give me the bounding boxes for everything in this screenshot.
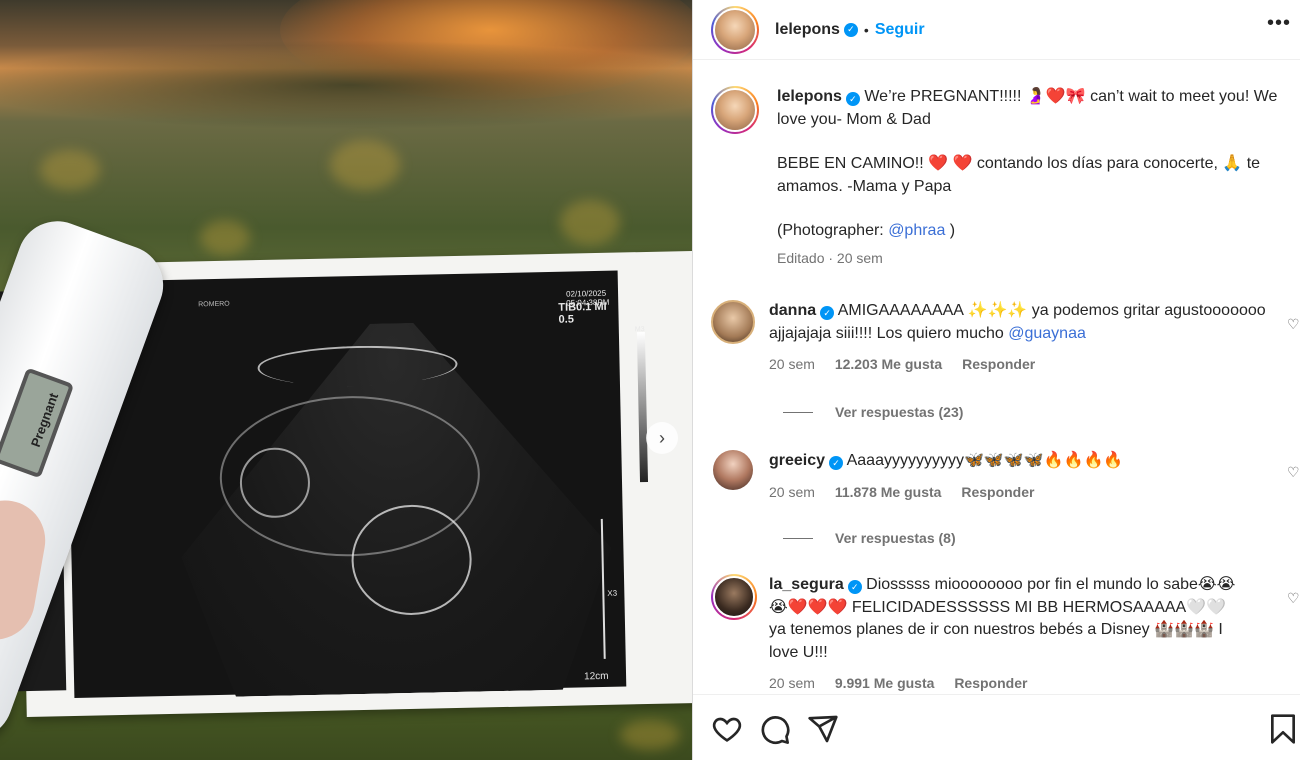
scan-depth: 12cm — [583, 670, 609, 683]
post-header: lelepons ✓ • Seguir ••• — [693, 0, 1300, 60]
comments-list[interactable]: lelepons ✓ We’re PREGNANT!!!!! 🤰❤️🎀 can’t… — [693, 60, 1300, 694]
comment-time: 20 sem — [769, 356, 815, 372]
scan-params: TIB0.1 MI 0.5 — [558, 300, 607, 326]
author-username[interactable]: lelepons — [775, 21, 840, 39]
post-photo[interactable]: 02/10/2025 05:04:38PM TIB0.1 MI 0.5 ROME… — [0, 0, 692, 760]
view-replies[interactable]: Ver respuestas (23) — [783, 404, 963, 420]
post-action-bar — [693, 694, 1300, 760]
comment-icon[interactable] — [759, 713, 791, 745]
comment: danna ✓ AMIGAAAAAAAA ✨✨✨ ya podemos grita… — [711, 300, 1300, 376]
caption-text-3-prefix: (Photographer: — [777, 222, 889, 239]
mention-link[interactable]: @guaynaa — [1008, 325, 1086, 342]
divider — [783, 537, 813, 539]
verified-badge-icon: ✓ — [820, 306, 835, 321]
grayscale-bar — [636, 332, 649, 483]
commenter-username[interactable]: la_segura — [769, 576, 844, 593]
verified-badge-icon: ✓ — [829, 456, 844, 471]
bokeh-light — [200, 220, 250, 255]
comment-text: Aaaayyyyyyyyyy🦋🦋🦋🦋🔥🔥🔥🔥 — [846, 452, 1124, 469]
send-icon[interactable] — [807, 713, 839, 745]
heart-icon[interactable] — [711, 713, 743, 745]
comment-likes[interactable]: 11.878 Me gusta — [835, 484, 942, 500]
bokeh-light — [40, 150, 100, 190]
divider — [783, 411, 813, 413]
next-photo-button[interactable]: › — [646, 422, 678, 454]
commenter-avatar[interactable] — [711, 300, 755, 344]
reply-button[interactable]: Responder — [954, 675, 1027, 691]
bokeh-light — [620, 720, 680, 750]
ultrasound-image: 02/10/2025 05:04:38PM TIB0.1 MI 0.5 ROME… — [65, 270, 649, 699]
view-replies-label[interactable]: Ver respuestas (23) — [835, 404, 963, 420]
verified-badge-icon: ✓ — [843, 22, 858, 37]
bokeh-light — [560, 200, 620, 245]
reply-button[interactable]: Responder — [962, 356, 1035, 372]
like-comment-heart-icon[interactable]: ♡ — [1287, 590, 1300, 606]
post-sidebar: lelepons ✓ • Seguir ••• lelepons ✓ We’re … — [692, 0, 1300, 760]
mention-link[interactable]: @phraa — [888, 222, 945, 239]
follow-button[interactable]: Seguir — [875, 21, 925, 39]
more-options-icon[interactable]: ••• — [1267, 12, 1291, 35]
verified-badge-icon: ✓ — [847, 580, 862, 595]
comment-likes[interactable]: 12.203 Me gusta — [835, 356, 942, 372]
caption: lelepons ✓ We’re PREGNANT!!!!! 🤰❤️🎀 can’t… — [711, 86, 1300, 269]
verified-badge-icon: ✓ — [845, 92, 860, 107]
view-replies-label[interactable]: Ver respuestas (8) — [835, 530, 956, 546]
caption-meta: Editado · 20 sem — [777, 249, 883, 266]
caption-text-2: BEBE EN CAMINO!! ❤️ ❤️ contando los días… — [777, 155, 1261, 195]
commenter-username[interactable]: danna — [769, 302, 816, 319]
like-comment-heart-icon[interactable]: ♡ — [1287, 464, 1300, 480]
separator: • — [863, 21, 869, 38]
comment-time: 20 sem — [769, 483, 815, 500]
chevron-right-icon: › — [659, 427, 665, 448]
comment-likes[interactable]: 9.991 Me gusta — [835, 675, 935, 691]
scan-name: ROMERO — [198, 300, 230, 309]
bookmark-icon[interactable] — [1267, 713, 1299, 745]
author-avatar[interactable] — [711, 5, 759, 54]
background-hills — [0, 40, 692, 130]
commenter-avatar[interactable] — [713, 450, 753, 490]
scan-x3: X3 — [607, 588, 618, 598]
instagram-post: 02/10/2025 05:04:38PM TIB0.1 MI 0.5 ROME… — [0, 0, 1300, 760]
commenter-username[interactable]: greeicy — [769, 452, 825, 469]
comment: greeicy ✓ Aaaayyyyyyyyyy🦋🦋🦋🦋🔥🔥🔥🔥 20 sem 1… — [711, 450, 1300, 503]
reply-button[interactable]: Responder — [961, 484, 1034, 500]
comment: la_segura ✓ Diosssss mioooooooo por fin e… — [711, 574, 1300, 694]
caption-username[interactable]: lelepons — [777, 88, 842, 105]
comment-time: 20 sem — [769, 675, 815, 691]
caption-avatar[interactable] — [711, 86, 759, 134]
like-comment-heart-icon[interactable]: ♡ — [1287, 316, 1300, 332]
bokeh-light — [330, 140, 400, 190]
view-replies[interactable]: Ver respuestas (8) — [783, 530, 956, 546]
commenter-avatar[interactable] — [711, 574, 757, 620]
caption-text-3-suffix: ) — [945, 222, 956, 239]
